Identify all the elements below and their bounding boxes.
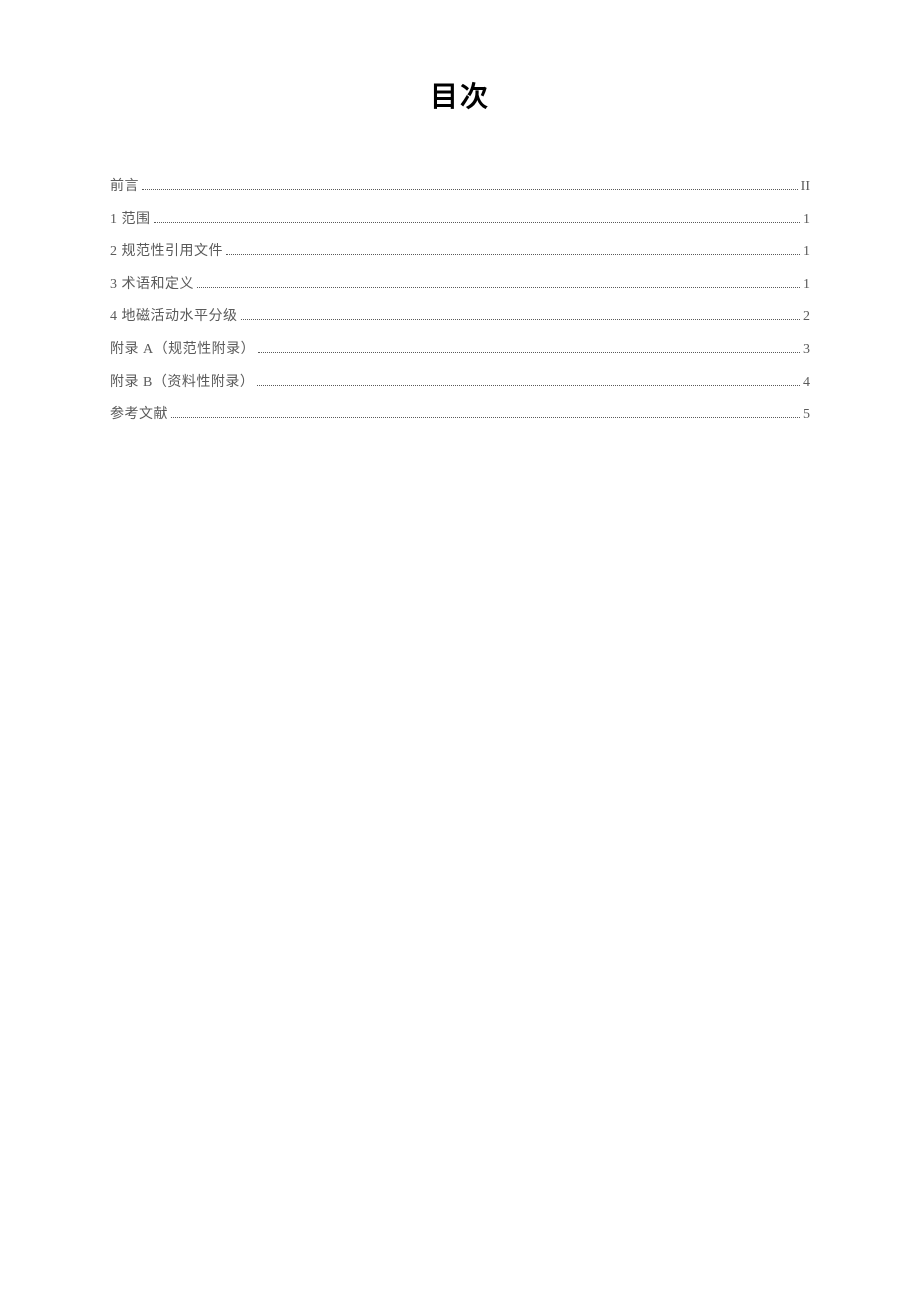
- toc-page-number: II: [801, 177, 810, 197]
- toc-entry: 前言 II: [110, 177, 810, 197]
- toc-label: 1 范围: [110, 210, 151, 230]
- toc-entry: 1 范围 1: [110, 210, 810, 230]
- toc-leader-dots: [241, 319, 801, 320]
- toc-page-number: 3: [803, 340, 810, 360]
- toc-entry: 附录 A（规范性附录） 3: [110, 340, 810, 360]
- toc-leader-dots: [142, 189, 798, 190]
- toc-label: 前言: [110, 177, 139, 197]
- toc-leader-dots: [257, 385, 800, 386]
- toc-label: 附录 A（规范性附录）: [110, 340, 255, 360]
- toc-page-number: 2: [803, 307, 810, 327]
- toc-page-number: 1: [803, 242, 810, 262]
- toc-entry: 3 术语和定义 1: [110, 275, 810, 295]
- toc-leader-dots: [258, 352, 800, 353]
- toc-leader-dots: [171, 417, 800, 418]
- toc-leader-dots: [197, 287, 800, 288]
- toc-entry: 4 地磁活动水平分级 2: [110, 307, 810, 327]
- toc-leader-dots: [226, 254, 800, 255]
- toc-page-number: 4: [803, 373, 810, 393]
- toc-label: 4 地磁活动水平分级: [110, 307, 238, 327]
- page-title: 目次: [72, 75, 848, 115]
- toc-label: 2 规范性引用文件: [110, 242, 223, 262]
- toc-list: 前言 II 1 范围 1 2 规范性引用文件 1 3 术语和定义 1 4 地磁活…: [72, 177, 848, 425]
- toc-entry: 2 规范性引用文件 1: [110, 242, 810, 262]
- toc-label: 附录 B（资料性附录）: [110, 373, 254, 393]
- toc-leader-dots: [154, 222, 801, 223]
- toc-entry: 参考文献 5: [110, 405, 810, 425]
- toc-page-number: 1: [803, 210, 810, 230]
- toc-label: 参考文献: [110, 405, 168, 425]
- toc-page-number: 1: [803, 275, 810, 295]
- toc-entry: 附录 B（资料性附录） 4: [110, 373, 810, 393]
- toc-label: 3 术语和定义: [110, 275, 194, 295]
- toc-page-number: 5: [803, 405, 810, 425]
